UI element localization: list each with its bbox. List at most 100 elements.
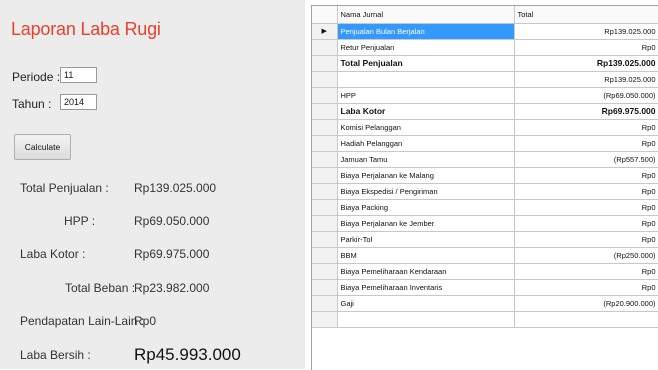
cell-nama-jurnal[interactable]: Hadiah Pelanggan bbox=[337, 135, 515, 152]
total-beban-label: Total Beban : bbox=[65, 281, 136, 295]
cell-total[interactable]: Rp0 bbox=[514, 135, 658, 152]
table-row[interactable]: Total Penjualan Rp139.025.000 bbox=[312, 55, 658, 72]
cell-total[interactable]: Rp0 bbox=[514, 183, 658, 200]
cell-total[interactable]: Rp139.025.000 bbox=[514, 23, 658, 40]
cell-nama-jurnal[interactable]: Total Penjualan bbox=[337, 55, 515, 72]
pendapatan-lain-label: Pendapatan Lain-Lain : bbox=[20, 314, 145, 328]
periode-input[interactable]: 11 bbox=[60, 67, 97, 83]
table-row[interactable]: Biaya Perjalanan ke Jember Rp0 bbox=[312, 215, 658, 232]
table-row[interactable]: Parkir-Tol Rp0 bbox=[312, 231, 658, 248]
row-header-cell[interactable] bbox=[312, 71, 338, 88]
cell-total[interactable] bbox=[514, 311, 658, 328]
cell-nama-jurnal[interactable]: Biaya Pemeliharaan Kendaraan bbox=[337, 263, 515, 280]
tahun-input[interactable]: 2014 bbox=[60, 94, 97, 110]
table-row[interactable]: Komisi Pelanggan Rp0 bbox=[312, 119, 658, 136]
total-beban-value: Rp23.982.000 bbox=[134, 281, 210, 295]
table-row[interactable]: Jamuan Tamu (Rp557.500) bbox=[312, 151, 658, 168]
table-row[interactable]: Hadiah Pelanggan Rp0 bbox=[312, 135, 658, 152]
calculate-button[interactable]: Calculate bbox=[14, 134, 71, 160]
current-row-indicator-icon[interactable]: ▶ bbox=[312, 23, 338, 40]
row-header-cell[interactable] bbox=[312, 167, 338, 184]
table-row[interactable]: Rp139.025.000 bbox=[312, 71, 658, 88]
cell-nama-jurnal[interactable]: Jamuan Tamu bbox=[337, 151, 515, 168]
row-header-cell[interactable] bbox=[312, 135, 338, 152]
cell-nama-jurnal[interactable]: Retur Penjualan bbox=[337, 39, 515, 56]
cell-total[interactable]: Rp0 bbox=[514, 231, 658, 248]
table-row[interactable]: Retur Penjualan Rp0 bbox=[312, 39, 658, 56]
table-row[interactable]: Laba Kotor Rp69.975.000 bbox=[312, 103, 658, 120]
row-header-cell[interactable] bbox=[312, 295, 338, 312]
column-header-total[interactable]: Total bbox=[514, 6, 658, 24]
cell-total[interactable]: Rp0 bbox=[514, 119, 658, 136]
cell-total[interactable]: Rp0 bbox=[514, 167, 658, 184]
row-header-cell[interactable] bbox=[312, 39, 338, 56]
cell-total[interactable]: (Rp20.900.000) bbox=[514, 295, 658, 312]
laba-bersih-value: Rp45.993.000 bbox=[134, 345, 241, 364]
pendapatan-lain-value: Rp0 bbox=[134, 314, 157, 328]
cell-nama-jurnal[interactable]: Biaya Ekspedisi / Pengiriman bbox=[337, 183, 515, 200]
total-penjualan-label: Total Penjualan : bbox=[20, 181, 109, 195]
table-row[interactable] bbox=[312, 311, 658, 328]
cell-nama-jurnal[interactable]: Penjualan Bulan Berjalan bbox=[337, 23, 515, 40]
row-header-cell[interactable] bbox=[312, 183, 338, 200]
cell-nama-jurnal[interactable]: Biaya Pemeliharaan Inventaris bbox=[337, 279, 515, 296]
cell-total[interactable]: Rp0 bbox=[514, 279, 658, 296]
cell-nama-jurnal[interactable]: Gaji bbox=[337, 295, 515, 312]
row-header-cell[interactable] bbox=[312, 279, 338, 296]
cell-nama-jurnal[interactable]: Biaya Packing bbox=[337, 199, 515, 216]
cell-total[interactable]: Rp0 bbox=[514, 199, 658, 216]
cell-nama-jurnal[interactable] bbox=[337, 311, 515, 328]
row-header-cell[interactable] bbox=[312, 247, 338, 264]
journal-table: Nama Jurnal Total ▶ Penjualan Bulan Berja… bbox=[312, 6, 658, 328]
hpp-value: Rp69.050.000 bbox=[134, 214, 210, 228]
cell-total[interactable]: Rp0 bbox=[514, 39, 658, 56]
table-row[interactable]: Biaya Ekspedisi / Pengiriman Rp0 bbox=[312, 183, 658, 200]
row-header-cell[interactable] bbox=[312, 199, 338, 216]
column-header-nama[interactable]: Nama Jurnal bbox=[337, 6, 515, 24]
row-header-cell[interactable] bbox=[312, 151, 338, 168]
cell-total[interactable]: Rp139.025.000 bbox=[514, 71, 658, 88]
table-row[interactable]: Biaya Packing Rp0 bbox=[312, 199, 658, 216]
journal-grid[interactable]: Nama Jurnal Total ▶ Penjualan Bulan Berja… bbox=[311, 5, 658, 370]
cell-nama-jurnal[interactable]: HPP bbox=[337, 87, 515, 104]
cell-nama-jurnal[interactable]: Parkir-Tol bbox=[337, 231, 515, 248]
row-header-cell[interactable] bbox=[312, 311, 338, 328]
row-header-cell[interactable] bbox=[312, 231, 338, 248]
cell-total[interactable]: Rp0 bbox=[514, 215, 658, 232]
hpp-label: HPP : bbox=[64, 214, 96, 228]
row-header-cell[interactable] bbox=[312, 87, 338, 104]
table-row[interactable]: BBM (Rp250.000) bbox=[312, 247, 658, 264]
cell-nama-jurnal[interactable]: BBM bbox=[337, 247, 515, 264]
cell-nama-jurnal[interactable]: Laba Kotor bbox=[337, 103, 515, 120]
table-row[interactable]: HPP (Rp69.050.000) bbox=[312, 87, 658, 104]
form-title: Laporan Laba Rugi bbox=[11, 19, 161, 39]
cell-total[interactable]: Rp139.025.000 bbox=[514, 55, 658, 72]
row-header-cell[interactable] bbox=[312, 263, 338, 280]
laba-kotor-label: Laba Kotor : bbox=[20, 247, 86, 261]
row-header-cell[interactable] bbox=[312, 119, 338, 136]
table-row[interactable]: Biaya Pemeliharaan Inventaris Rp0 bbox=[312, 279, 658, 296]
cell-nama-jurnal[interactable] bbox=[337, 71, 515, 88]
table-row[interactable]: Gaji (Rp20.900.000) bbox=[312, 295, 658, 312]
periode-label: Periode : bbox=[12, 70, 61, 84]
row-header-cell[interactable] bbox=[312, 215, 338, 232]
cell-total[interactable]: (Rp69.050.000) bbox=[514, 87, 658, 104]
cell-total[interactable]: (Rp250.000) bbox=[514, 247, 658, 264]
table-row[interactable]: ▶ Penjualan Bulan Berjalan Rp139.025.000 bbox=[312, 23, 658, 40]
tahun-label: Tahun : bbox=[12, 97, 52, 111]
table-row[interactable]: Biaya Perjalanan ke Malang Rp0 bbox=[312, 167, 658, 184]
grid-header-row: Nama Jurnal Total bbox=[312, 6, 658, 24]
cell-nama-jurnal[interactable]: Biaya Perjalanan ke Malang bbox=[337, 167, 515, 184]
row-header-corner[interactable] bbox=[312, 6, 338, 24]
row-header-cell[interactable] bbox=[312, 103, 338, 120]
cell-total[interactable]: (Rp557.500) bbox=[514, 151, 658, 168]
cell-total[interactable]: Rp0 bbox=[514, 263, 658, 280]
row-header-cell[interactable] bbox=[312, 55, 338, 72]
cell-nama-jurnal[interactable]: Biaya Perjalanan ke Jember bbox=[337, 215, 515, 232]
table-row[interactable]: Biaya Pemeliharaan Kendaraan Rp0 bbox=[312, 263, 658, 280]
cell-nama-jurnal[interactable]: Komisi Pelanggan bbox=[337, 119, 515, 136]
laba-bersih-label: Laba Bersih : bbox=[20, 348, 91, 362]
total-penjualan-value: Rp139.025.000 bbox=[134, 181, 217, 195]
cell-total[interactable]: Rp69.975.000 bbox=[514, 103, 658, 120]
laba-kotor-value: Rp69.975.000 bbox=[134, 247, 210, 261]
